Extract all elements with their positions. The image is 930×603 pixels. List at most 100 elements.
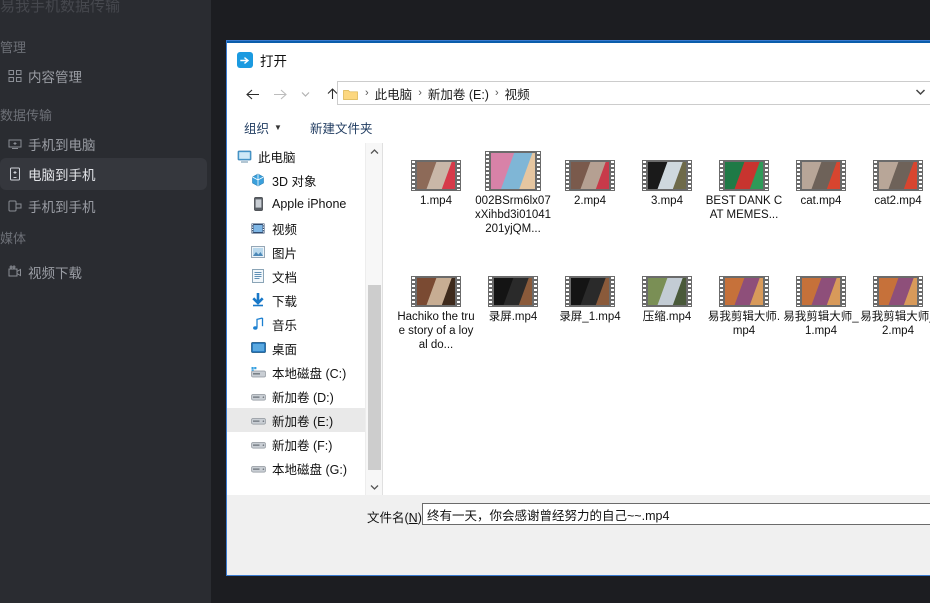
file-item[interactable]: 1.mp4: [397, 151, 475, 208]
file-name: BEST DANK CAT MEMES...: [705, 195, 783, 221]
file-name: cat.mp4: [800, 195, 842, 207]
file-thumbnail: [796, 267, 846, 307]
scroll-up-arrow[interactable]: [366, 143, 382, 160]
breadcrumb-this-pc[interactable]: 此电脑: [370, 84, 418, 103]
tree-item-label: 本地磁盘 (G:): [272, 462, 347, 477]
file-name: 2.mp4: [574, 195, 606, 207]
tree-item-7[interactable]: 音乐: [227, 312, 382, 336]
tree-item-6[interactable]: 下载: [227, 288, 382, 312]
app-title: 易我手机数据传输: [0, 0, 121, 15]
tree-item-11[interactable]: 新加卷 (E:): [227, 408, 382, 432]
documents-icon: [249, 268, 267, 284]
file-item[interactable]: 易我剪辑大师.mp4: [705, 267, 783, 338]
chevron-down-icon[interactable]: [915, 87, 926, 99]
file-item[interactable]: Hachiko the true story of a loyal do...: [397, 267, 475, 352]
tree-item-10[interactable]: 新加卷 (D:): [227, 384, 382, 408]
screen: 易我手机数据传输 管理 内容管理 数据传输 手机到电脑 电脑到手机 手机到手机 …: [0, 0, 930, 603]
file-thumbnail: [719, 151, 769, 191]
forward-button[interactable]: [269, 83, 291, 105]
tree-scrollbar[interactable]: [365, 143, 382, 495]
breadcrumb-volume-e[interactable]: 新加卷 (E:): [423, 84, 494, 103]
file-list[interactable]: 1.mp4 002BSrm6lx07xXihbd3i01041201yjQM...…: [383, 143, 930, 495]
sidebar-item-pc-to-phone[interactable]: 电脑到手机: [0, 158, 207, 190]
back-button[interactable]: [241, 83, 263, 105]
file-item[interactable]: cat.mp4: [782, 151, 860, 208]
iphone-icon: [249, 196, 267, 212]
file-item[interactable]: 易我剪辑大师_2.mp4: [859, 267, 930, 338]
new-folder-button[interactable]: 新建文件夹: [310, 118, 373, 137]
file-item[interactable]: 3.mp4: [628, 151, 706, 208]
dialog-navigation-row: › 此电脑 › 新加卷 (E:) › 视频: [227, 77, 930, 111]
organize-button[interactable]: 组织 ▼: [244, 118, 282, 137]
tree-item-label: 图片: [272, 246, 298, 261]
tree-item-label: 3D 对象: [272, 174, 317, 189]
drive-icon: [249, 460, 267, 476]
pc-to-phone-icon: [2, 167, 28, 181]
dialog-content: 此电脑 3D 对象 Apple iPhone 视频图片文档 下载音乐桌面 本地磁盘 (C:…: [227, 143, 930, 495]
address-bar[interactable]: › 此电脑 › 新加卷 (E:) › 视频: [337, 81, 930, 105]
tree-item-13[interactable]: 本地磁盘 (G:): [227, 456, 382, 480]
breadcrumb-videos[interactable]: 视频: [500, 84, 535, 103]
sidebar-item-video-download[interactable]: 视频下载: [0, 256, 207, 288]
tree-item-2[interactable]: Apple iPhone: [227, 192, 382, 216]
file-item[interactable]: cat2.mp4: [859, 151, 930, 208]
tree-item-label: Apple iPhone: [272, 197, 347, 211]
tree-item-5[interactable]: 文档: [227, 264, 382, 288]
recent-locations-button[interactable]: [296, 83, 314, 105]
pictures-icon: [249, 244, 267, 260]
file-name: 002BSrm6lx07xXihbd3i01041201yjQM...: [474, 195, 552, 235]
tree-item-4[interactable]: 图片: [227, 240, 382, 264]
sidebar-item-phone-to-phone[interactable]: 手机到手机: [0, 190, 207, 222]
video-download-icon: [2, 265, 28, 279]
file-item[interactable]: BEST DANK CAT MEMES...: [705, 151, 783, 222]
tree-item-label: 视频: [272, 222, 298, 237]
sidebar-item-phone-to-pc[interactable]: 手机到电脑: [0, 128, 207, 160]
file-thumbnail: [642, 151, 692, 191]
tree-item-9[interactable]: 本地磁盘 (C:): [227, 360, 382, 384]
tree-scroll-thumb[interactable]: [368, 285, 381, 470]
file-item[interactable]: 录屏.mp4: [474, 267, 552, 324]
sidebar-section-media: 媒体: [0, 231, 27, 246]
organize-label: 组织: [244, 121, 270, 136]
file-name: 录屏_1.mp4: [559, 311, 621, 323]
caret-down-icon: ▼: [274, 122, 282, 132]
folder-icon: [343, 87, 358, 100]
file-name: 易我剪辑大师_1.mp4: [783, 311, 859, 337]
tree-item-label: 新加卷 (D:): [272, 390, 334, 405]
file-thumbnail: [411, 151, 461, 191]
sidebar-item-label: 手机到电脑: [28, 138, 96, 153]
sidebar-item-content-management[interactable]: 内容管理: [0, 60, 207, 92]
filename-label-accel: N: [408, 511, 418, 525]
grid-icon: [2, 69, 28, 83]
navigation-tree[interactable]: 此电脑 3D 对象 Apple iPhone 视频图片文档 下载音乐桌面 本地磁盘 (C:…: [227, 143, 382, 495]
file-item[interactable]: 录屏_1.mp4: [551, 267, 629, 324]
file-name: Hachiko the true story of a loyal do...: [397, 311, 475, 351]
tree-item-label: 此电脑: [258, 150, 296, 165]
file-item[interactable]: 2.mp4: [551, 151, 629, 208]
sidebar-item-label: 电脑到手机: [28, 168, 96, 183]
dialog-footer: 文件名(N): 终有一天，你会感谢曾经努力的自己~~.mp4: [227, 495, 930, 575]
file-name: 压缩.mp4: [642, 311, 692, 323]
new-folder-label: 新建文件夹: [309, 121, 373, 136]
tree-item-label: 新加卷 (F:): [272, 438, 333, 453]
file-thumbnail: [411, 267, 461, 307]
file-name: 1.mp4: [420, 195, 452, 207]
filename-input[interactable]: 终有一天，你会感谢曾经努力的自己~~.mp4: [422, 503, 930, 525]
file-item[interactable]: 002BSrm6lx07xXihbd3i01041201yjQM...: [474, 151, 552, 236]
file-thumbnail: [565, 267, 615, 307]
tree-item-12[interactable]: 新加卷 (F:): [227, 432, 382, 456]
drive-icon: [249, 412, 267, 428]
tree-item-label: 音乐: [272, 318, 298, 333]
phone-to-phone-icon: [2, 199, 28, 213]
file-item[interactable]: 易我剪辑大师_1.mp4: [782, 267, 860, 338]
file-thumbnail: [796, 151, 846, 191]
tree-item-3[interactable]: 视频: [227, 216, 382, 240]
file-item[interactable]: 压缩.mp4: [628, 267, 706, 324]
videos-icon: [249, 220, 267, 236]
phone-to-pc-icon: [2, 137, 28, 151]
file-name: 易我剪辑大师.mp4: [707, 311, 781, 337]
scroll-down-arrow[interactable]: [366, 478, 382, 495]
tree-item-0[interactable]: 此电脑: [227, 144, 375, 168]
tree-item-8[interactable]: 桌面: [227, 336, 382, 360]
tree-item-1[interactable]: 3D 对象: [227, 168, 382, 192]
